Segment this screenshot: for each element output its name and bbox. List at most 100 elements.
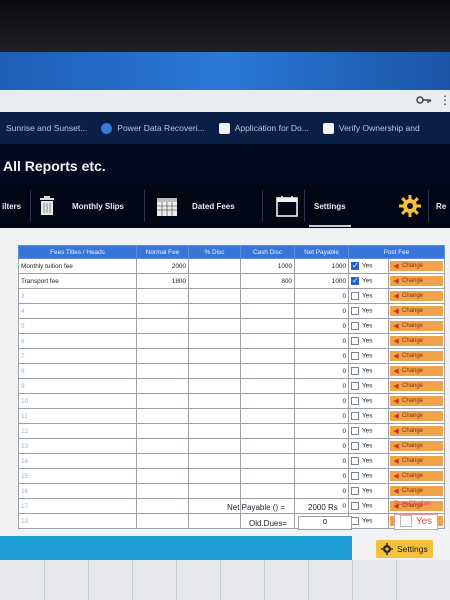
post-fee-checkbox-cell[interactable]: Yes bbox=[348, 393, 389, 409]
fee-title-cell[interactable]: 5 bbox=[18, 318, 137, 334]
percent-disc-cell[interactable] bbox=[188, 453, 241, 469]
change-button[interactable]: ◀Change bbox=[390, 486, 444, 496]
taskbar-tile[interactable] bbox=[352, 560, 397, 600]
checkmark-icon[interactable] bbox=[351, 337, 359, 345]
percent-disc-cell[interactable] bbox=[188, 333, 241, 349]
percent-disc-cell[interactable] bbox=[188, 438, 241, 454]
taskbar-tile[interactable] bbox=[88, 560, 133, 600]
normal-fee-cell[interactable] bbox=[136, 453, 189, 469]
old-dues-input[interactable]: 0 bbox=[298, 516, 352, 530]
percent-disc-cell[interactable] bbox=[188, 378, 241, 394]
cash-disc-cell[interactable] bbox=[240, 423, 295, 439]
post-fee-checkbox-cell[interactable]: Yes bbox=[348, 303, 389, 319]
normal-fee-cell[interactable] bbox=[136, 303, 189, 319]
cash-disc-cell[interactable] bbox=[240, 333, 295, 349]
taskbar-tile[interactable] bbox=[176, 560, 221, 600]
percent-disc-cell[interactable] bbox=[188, 483, 241, 499]
gear-icon[interactable] bbox=[398, 194, 422, 218]
checkmark-icon[interactable] bbox=[351, 442, 359, 450]
percent-disc-cell[interactable] bbox=[188, 273, 241, 289]
post-fee-checkbox-cell[interactable]: Yes bbox=[348, 318, 389, 334]
normal-fee-cell[interactable] bbox=[136, 468, 189, 484]
cash-disc-cell[interactable] bbox=[240, 408, 295, 424]
normal-fee-cell[interactable]: 1800 bbox=[136, 273, 189, 289]
percent-disc-cell[interactable] bbox=[188, 408, 241, 424]
cash-disc-cell[interactable]: 800 bbox=[240, 273, 295, 289]
post-fee-checkbox-cell[interactable]: Yes bbox=[348, 363, 389, 379]
post-fee-checkbox-cell[interactable]: Yes bbox=[348, 258, 389, 274]
cash-disc-cell[interactable] bbox=[240, 393, 295, 409]
cash-disc-cell[interactable] bbox=[240, 318, 295, 334]
fee-title-cell[interactable]: 15 bbox=[18, 468, 137, 484]
post-fee-checkbox-cell[interactable]: Yes bbox=[348, 423, 389, 439]
bookmark-item[interactable]: Application for Do... bbox=[218, 122, 309, 134]
change-button[interactable]: ◀Change bbox=[390, 426, 444, 436]
change-button[interactable]: ◀Change bbox=[390, 366, 444, 376]
post-fee-checkbox-cell[interactable]: Yes bbox=[348, 453, 389, 469]
fee-title-cell[interactable]: Transport fee bbox=[18, 273, 137, 289]
bookmark-item[interactable]: Sunrise and Sunset... bbox=[6, 123, 87, 133]
change-button[interactable]: ◀Change bbox=[390, 441, 444, 451]
normal-fee-cell[interactable] bbox=[136, 438, 189, 454]
checkmark-icon[interactable] bbox=[351, 367, 359, 375]
checkmark-icon[interactable] bbox=[351, 382, 359, 390]
browser-address-bar[interactable]: ⋮ bbox=[0, 90, 450, 113]
post-challan-checkbox[interactable]: Yes bbox=[394, 514, 438, 530]
checkmark-icon[interactable] bbox=[351, 457, 359, 465]
taskbar-tile[interactable] bbox=[396, 560, 450, 600]
checkmark-icon[interactable] bbox=[351, 502, 359, 510]
toolbar-reports[interactable]: Re bbox=[436, 184, 446, 228]
checkmark-icon[interactable] bbox=[351, 292, 359, 300]
percent-disc-cell[interactable] bbox=[188, 468, 241, 484]
normal-fee-cell[interactable] bbox=[136, 318, 189, 334]
percent-disc-cell[interactable] bbox=[188, 303, 241, 319]
taskbar-tile[interactable] bbox=[0, 560, 45, 600]
taskbar-tile[interactable] bbox=[308, 560, 353, 600]
percent-disc-cell[interactable] bbox=[188, 393, 241, 409]
normal-fee-cell[interactable] bbox=[136, 333, 189, 349]
taskbar-tile[interactable] bbox=[264, 560, 309, 600]
post-fee-checkbox-cell[interactable]: Yes bbox=[348, 378, 389, 394]
checkmark-icon[interactable] bbox=[351, 352, 359, 360]
bookmark-item[interactable]: Power Data Recoveri... bbox=[101, 122, 205, 134]
cash-disc-cell[interactable] bbox=[240, 453, 295, 469]
normal-fee-cell[interactable]: 2000 bbox=[136, 258, 189, 274]
checkmark-icon[interactable] bbox=[351, 412, 359, 420]
cash-disc-cell[interactable] bbox=[240, 468, 295, 484]
cash-disc-cell[interactable] bbox=[240, 363, 295, 379]
fee-title-cell[interactable]: 9 bbox=[18, 378, 137, 394]
percent-disc-cell[interactable] bbox=[188, 288, 241, 304]
fee-title-cell[interactable]: 8 bbox=[18, 363, 137, 379]
fee-title-cell[interactable]: 11 bbox=[18, 408, 137, 424]
checkmark-icon[interactable] bbox=[351, 276, 359, 285]
percent-disc-cell[interactable] bbox=[188, 513, 241, 529]
toolbar-settings[interactable]: Settings bbox=[314, 184, 346, 228]
post-fee-checkbox-cell[interactable]: Yes bbox=[348, 333, 389, 349]
normal-fee-cell[interactable] bbox=[136, 408, 189, 424]
fee-title-cell[interactable]: 14 bbox=[18, 453, 137, 469]
checkmark-icon[interactable] bbox=[351, 322, 359, 330]
normal-fee-cell[interactable] bbox=[136, 393, 189, 409]
cash-disc-cell[interactable] bbox=[240, 348, 295, 364]
normal-fee-cell[interactable] bbox=[136, 423, 189, 439]
checkmark-icon[interactable] bbox=[351, 307, 359, 315]
settings-button[interactable]: Settings bbox=[376, 540, 433, 558]
taskbar-tile[interactable] bbox=[44, 560, 89, 600]
calendar-icon[interactable] bbox=[276, 195, 298, 217]
taskbar-tile[interactable] bbox=[220, 560, 265, 600]
trash-icon[interactable] bbox=[38, 196, 56, 216]
percent-disc-cell[interactable] bbox=[188, 348, 241, 364]
normal-fee-cell[interactable] bbox=[136, 363, 189, 379]
fee-title-cell[interactable]: 16 bbox=[18, 483, 137, 499]
change-button[interactable]: ◀Change bbox=[390, 471, 444, 481]
cash-disc-cell[interactable] bbox=[240, 288, 295, 304]
cash-disc-cell[interactable] bbox=[240, 483, 295, 499]
cash-disc-cell[interactable]: 1000 bbox=[240, 258, 295, 274]
change-button[interactable]: ◀Change bbox=[390, 291, 444, 301]
percent-disc-cell[interactable] bbox=[188, 363, 241, 379]
post-fee-checkbox-cell[interactable]: Yes bbox=[348, 438, 389, 454]
post-fee-checkbox-cell[interactable]: Yes bbox=[348, 273, 389, 289]
fee-title-cell[interactable]: 13 bbox=[18, 438, 137, 454]
cash-disc-cell[interactable] bbox=[240, 378, 295, 394]
normal-fee-cell[interactable] bbox=[136, 483, 189, 499]
